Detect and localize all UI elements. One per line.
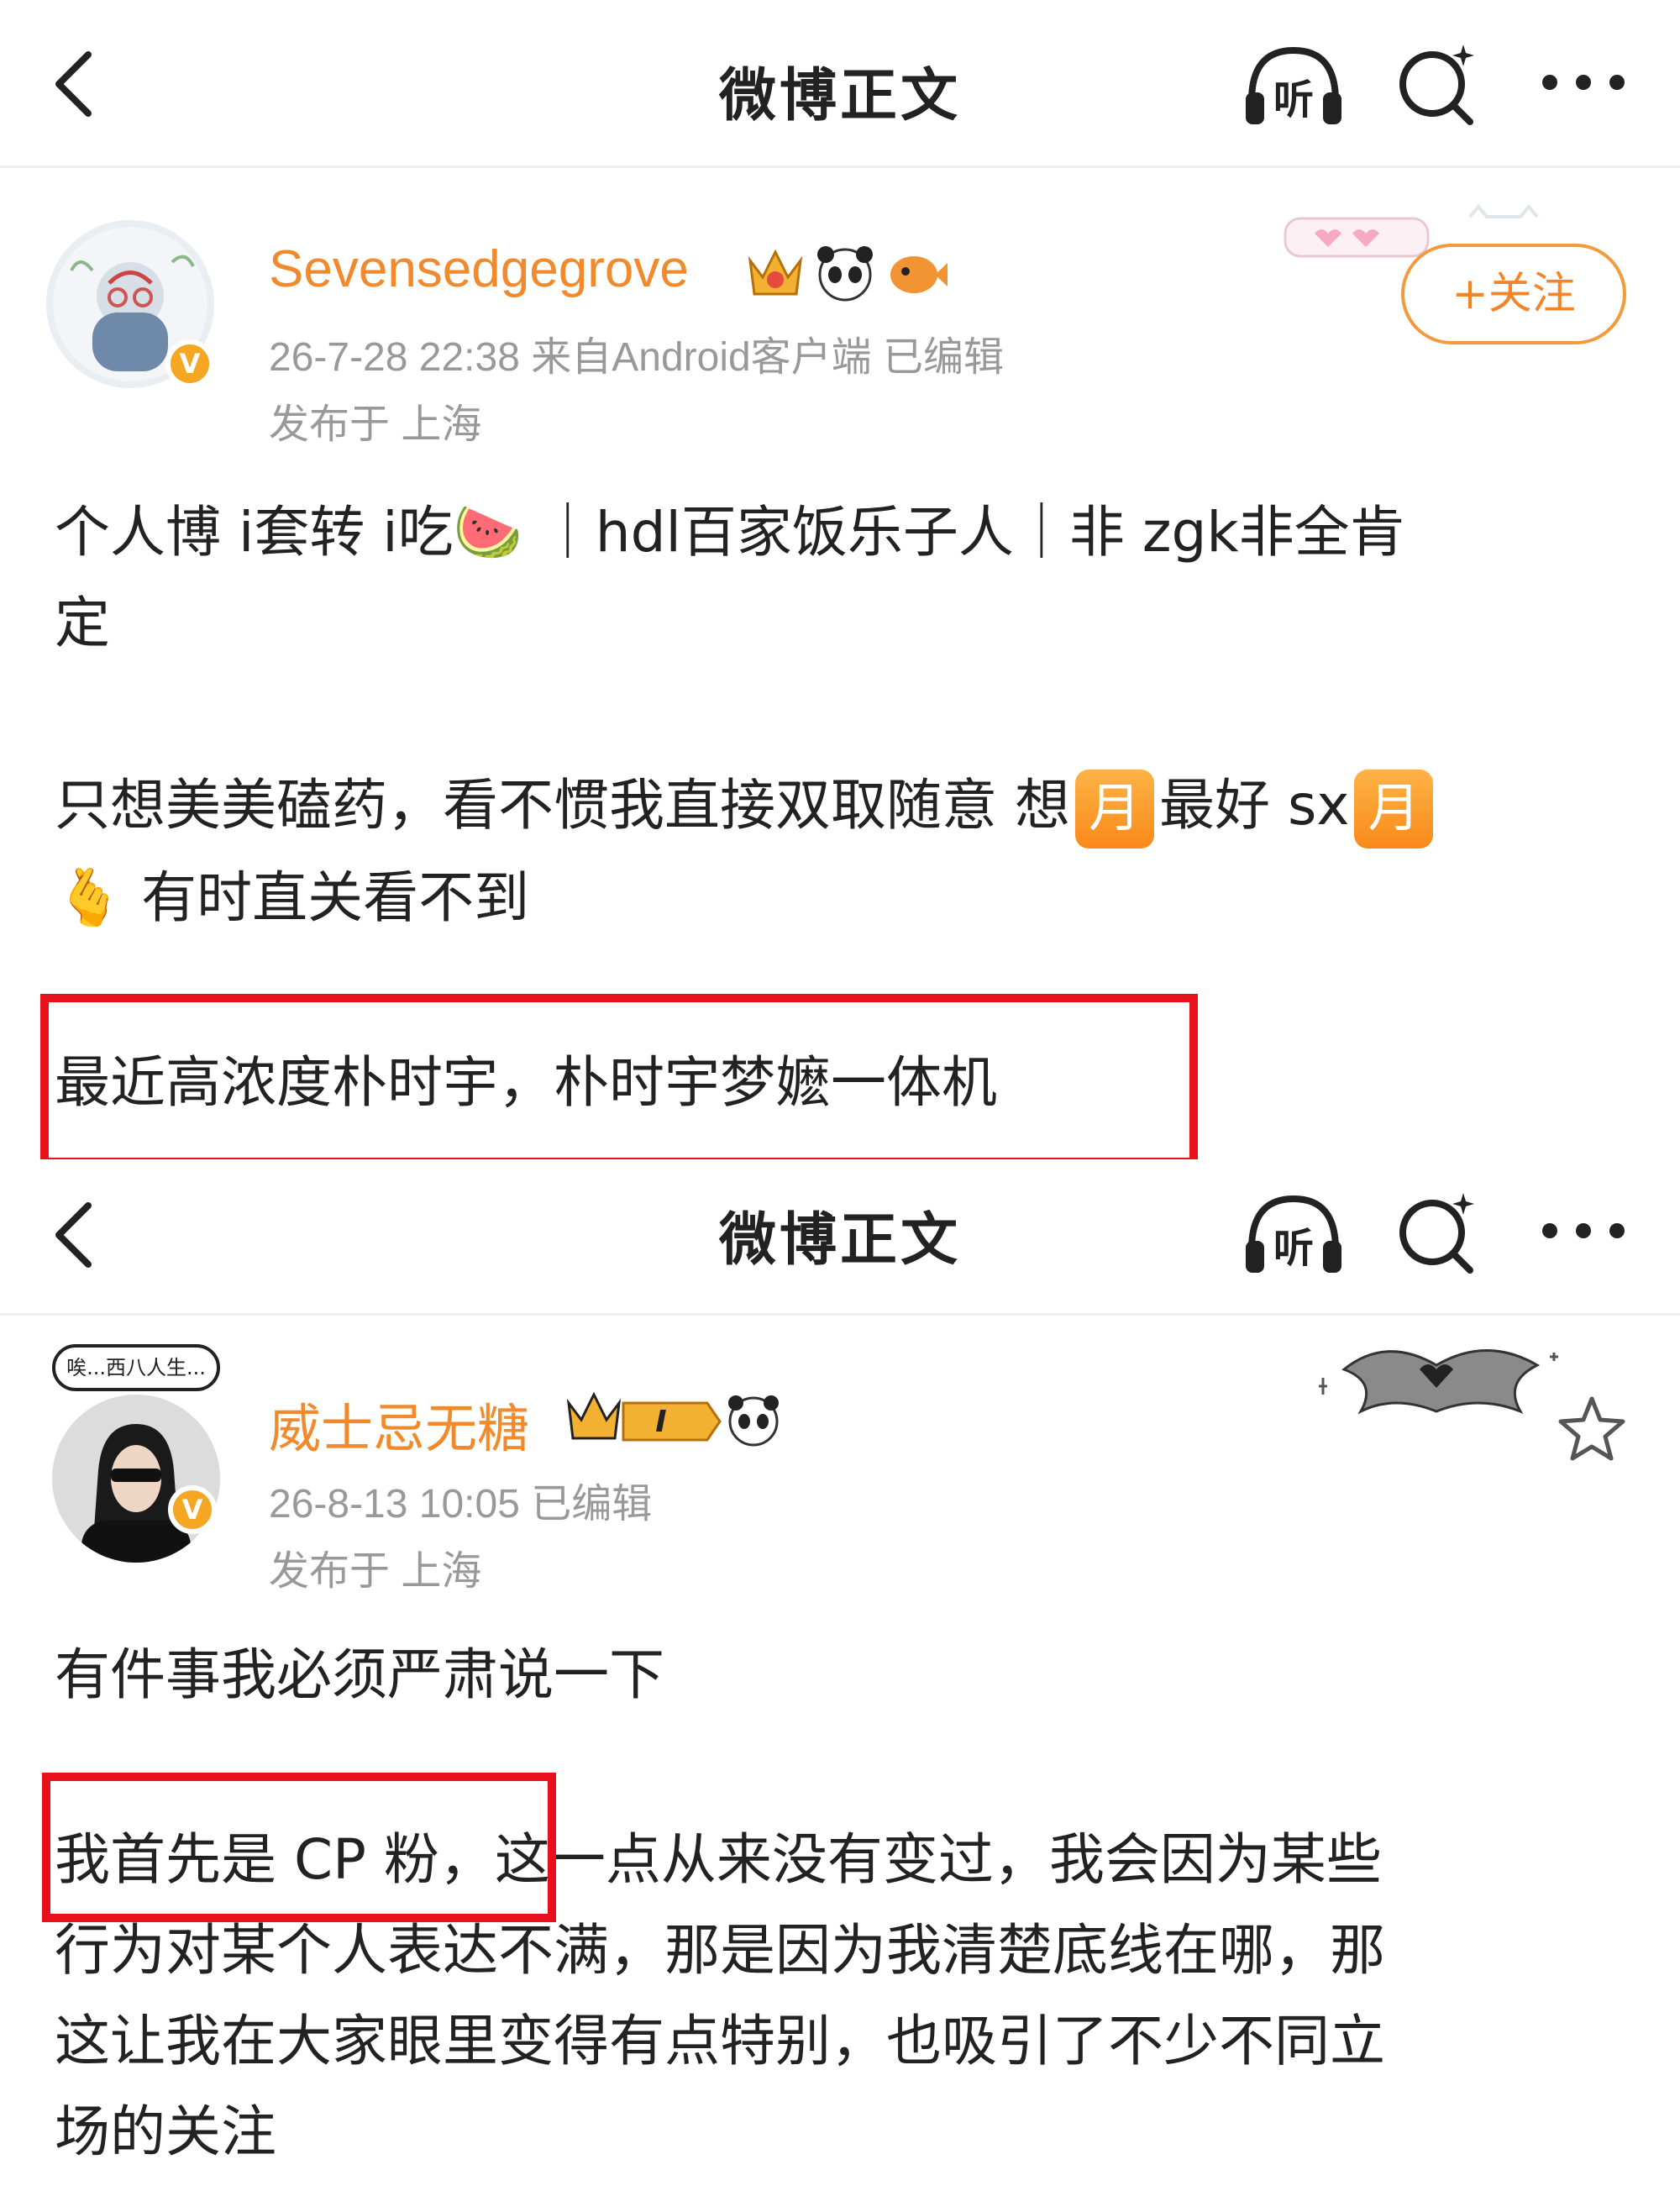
more-options-icon[interactable] bbox=[1537, 66, 1630, 99]
post-text-line: 这让我在大家眼里变得有点特别，也吸引了不少不同立 bbox=[55, 2009, 1385, 2073]
avatar[interactable]: V bbox=[52, 1395, 220, 1563]
crown-badge-icon bbox=[748, 249, 803, 296]
avatar-speech-bubble: 唉...西八人生... bbox=[52, 1344, 220, 1391]
post-location: 发布于 上海 bbox=[269, 402, 482, 447]
avatar[interactable]: V bbox=[46, 220, 214, 388]
post-text-line: 有件事我必须严肃说一下 bbox=[55, 1642, 664, 1707]
level-badge-text: I bbox=[655, 1405, 666, 1439]
search-icon[interactable] bbox=[1394, 38, 1478, 130]
more-options-icon[interactable] bbox=[1537, 1214, 1630, 1248]
search-icon[interactable] bbox=[1394, 1186, 1478, 1279]
listen-label: 听 bbox=[1273, 1225, 1314, 1272]
decoration-heart-wings-icon bbox=[1310, 1319, 1579, 1428]
listen-label: 听 bbox=[1273, 76, 1314, 123]
post-text-line: 定 bbox=[55, 591, 110, 655]
moon-badge-icon: 月 bbox=[1074, 769, 1154, 849]
post-text-segment: 只想美美磕药，看不惯我直接双取随意 想 bbox=[55, 773, 1070, 838]
username[interactable]: Sevensedgegrove bbox=[269, 239, 689, 299]
listen-headphones-icon[interactable]: 听 bbox=[1239, 38, 1348, 130]
post-text-line: 个人博 i套转 i吃🍉 ｜hdl百家饭乐子人｜非 zgk非全肯 bbox=[55, 500, 1405, 565]
user-badges bbox=[746, 239, 948, 307]
post-text-line: 场的关注 bbox=[55, 2099, 276, 2164]
listen-headphones-icon[interactable]: 听 bbox=[1239, 1186, 1348, 1279]
post-text-segment: 最好 sx bbox=[1158, 773, 1350, 838]
red-highlight-box bbox=[42, 1773, 556, 1922]
verified-badge-icon: V bbox=[165, 339, 214, 388]
crown-level-badge-icon: I bbox=[566, 1391, 722, 1442]
panda-icon bbox=[728, 1395, 779, 1447]
top-nav-bar: 微博正文 听 bbox=[0, 0, 1680, 168]
panda-icon bbox=[817, 246, 873, 302]
moon-badge-icon: 月 bbox=[1354, 769, 1434, 849]
username[interactable]: 威士忌无糖 bbox=[269, 1386, 529, 1462]
post-text-line: 只想美美磕药，看不惯我直接双取随意 想月最好 sx 月 bbox=[55, 760, 1634, 851]
post-meta: 26-7-28 22:38 来自Android客户端 已编辑 bbox=[269, 335, 1005, 380]
red-highlight-box bbox=[40, 994, 1198, 1166]
user-badges: I bbox=[564, 1386, 783, 1453]
post-text-line: 🫰 有时直关看不到 bbox=[55, 865, 530, 930]
top-nav-bar: 微博正文 听 bbox=[0, 1159, 1680, 1316]
star-favorite-icon[interactable] bbox=[1558, 1395, 1625, 1462]
fish-icon bbox=[890, 256, 948, 293]
post-meta: 26-8-13 10:05 已编辑 bbox=[269, 1482, 653, 1526]
post-location: 发布于 上海 bbox=[269, 1549, 482, 1594]
follow-button[interactable]: +关注 bbox=[1401, 244, 1626, 344]
verified-badge-icon: V bbox=[168, 1485, 217, 1534]
